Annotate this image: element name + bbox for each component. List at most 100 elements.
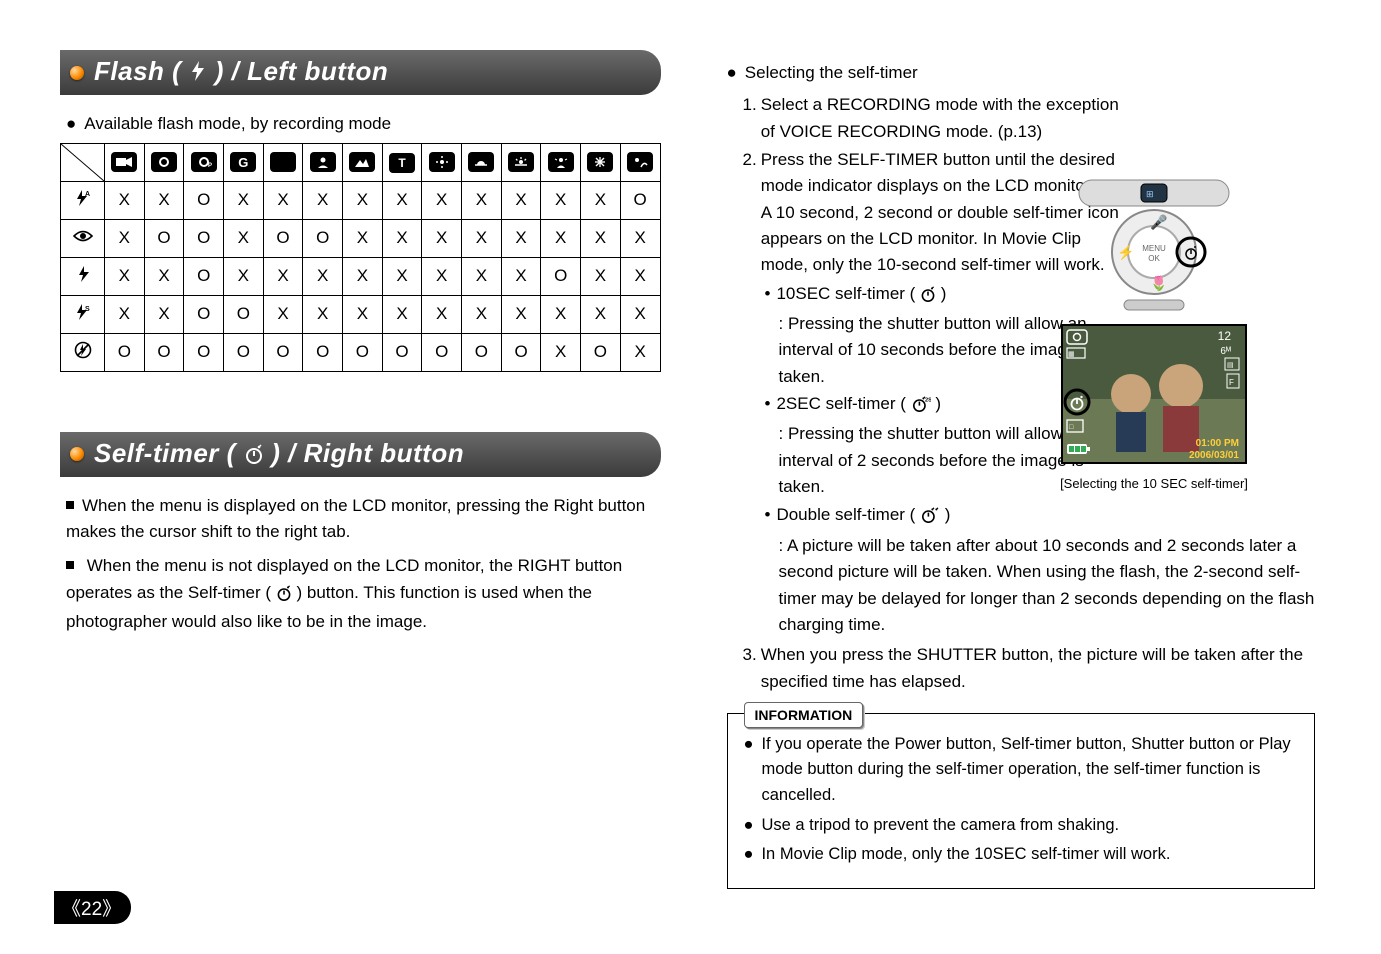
mode-icon-beach (627, 152, 653, 172)
flash-cell: O (224, 333, 264, 371)
flash-cell: X (462, 219, 502, 257)
timer-double-icon (920, 505, 940, 531)
flash-cell: X (343, 219, 383, 257)
info-item: ●If you operate the Power button, Self-t… (744, 732, 1299, 809)
selftimer-inline-icon (276, 583, 292, 609)
table-row: AXXOXXXXXXXXXXO (61, 181, 661, 219)
svg-text:2S: 2S (925, 398, 931, 404)
svg-text:F: F (1229, 378, 1234, 387)
flash-cell: X (382, 219, 422, 257)
mode-icon-night (270, 152, 296, 172)
flash-row-icon-flash-slow: S (61, 295, 105, 333)
flash-cell: X (263, 257, 303, 295)
flash-cell: O (303, 333, 343, 371)
svg-text:P: P (208, 163, 212, 168)
flash-cell: X (263, 295, 303, 333)
flash-cell: X (144, 257, 184, 295)
flash-cell: O (581, 333, 621, 371)
flash-cell: X (501, 295, 541, 333)
mode-icon-backlight (548, 152, 574, 172)
flash-cell: X (541, 295, 581, 333)
svg-text:MENU: MENU (1142, 244, 1166, 253)
flash-cell: X (620, 257, 660, 295)
selftimer-icon (244, 440, 264, 471)
flash-cell: O (263, 333, 303, 371)
svg-text:A: A (85, 191, 90, 198)
svg-text:2006/03/01: 2006/03/01 (1189, 450, 1239, 461)
flash-cell: O (303, 219, 343, 257)
flash-cell: O (184, 257, 224, 295)
flash-cell: X (422, 295, 462, 333)
svg-text:□: □ (1069, 424, 1074, 431)
mode-icon-auto (151, 152, 177, 172)
flash-cell: O (184, 181, 224, 219)
page-number: 《22》 (54, 891, 131, 924)
heading-selftimer-pre: Self-timer ( (94, 438, 244, 468)
svg-text:🌷: 🌷 (1150, 275, 1167, 292)
flash-mode-table: P G T (60, 143, 661, 372)
flash-cell: X (462, 181, 502, 219)
flash-row-icon-redeye (61, 219, 105, 257)
flash-cell: O (620, 181, 660, 219)
available-flash-bullet: ● Available flash mode, by recording mod… (66, 111, 661, 137)
flash-cell: O (184, 333, 224, 371)
timer-double: • Double self-timer ( ) (765, 502, 1122, 531)
timer-double-desc: : A picture will be taken after about 10… (779, 533, 1322, 638)
flash-cell: X (620, 333, 660, 371)
flash-cell: X (105, 295, 145, 333)
flash-cell: O (382, 333, 422, 371)
flash-cell: O (462, 333, 502, 371)
flash-row-icon-flash-auto: A (61, 181, 105, 219)
flash-cell: O (105, 333, 145, 371)
mode-icon-text: T (389, 153, 415, 173)
mode-icon-portrait (310, 152, 336, 172)
flash-cell: X (581, 295, 621, 333)
timer-10sec-icon (920, 284, 936, 310)
heading-selftimer: Self-timer ( ) / Right button (60, 432, 661, 477)
flash-cell: X (501, 257, 541, 295)
flash-cell: X (541, 181, 581, 219)
heading-flash-text-post: ) / Left button (215, 56, 389, 86)
information-box: INFORMATION ●If you operate the Power bu… (727, 713, 1316, 889)
flash-cell: X (382, 181, 422, 219)
svg-text:01:00 PM: 01:00 PM (1196, 438, 1239, 449)
table-row: OOOOOOOOOOOXOX (61, 333, 661, 371)
heading-flash: Flash ( ) / Left button (60, 50, 661, 95)
flash-cell: X (620, 295, 660, 333)
table-row: SXXOOXXXXXXXXXX (61, 295, 661, 333)
flash-cell: X (343, 257, 383, 295)
heading-dot-icon (70, 447, 84, 461)
flash-cell: X (541, 219, 581, 257)
flash-cell: X (581, 181, 621, 219)
flash-cell: O (263, 219, 303, 257)
info-item: ●Use a tripod to prevent the camera from… (744, 813, 1299, 839)
flash-cell: O (184, 219, 224, 257)
flash-cell: O (343, 333, 383, 371)
step-1: 1. Select a RECORDING mode with the exce… (743, 92, 1122, 145)
flash-cell: X (501, 219, 541, 257)
mode-icon-fireworks (587, 152, 613, 172)
table-corner (61, 143, 105, 181)
table-row: XXOXXXXXXXXOXX (61, 257, 661, 295)
table-row: XOOXOOXXXXXXXX (61, 219, 661, 257)
svg-text:▤: ▤ (1227, 362, 1234, 369)
flash-cell: O (501, 333, 541, 371)
mode-icon-sunset (468, 152, 494, 172)
flash-cell: X (303, 181, 343, 219)
heading-selftimer-post: ) / Right button (271, 438, 464, 468)
flash-cell: X (541, 333, 581, 371)
mode-icon-movie (111, 152, 137, 172)
heading-dot-icon (70, 66, 84, 80)
flash-cell: X (462, 257, 502, 295)
svg-text:🎤: 🎤 (1150, 213, 1168, 231)
timer-2sec-icon: 2S (911, 394, 931, 420)
svg-text:S: S (85, 306, 90, 313)
mode-icon-program: P (191, 152, 217, 172)
camera-dial-illustration: ⊞ MENU OK ⚡ 🎤 🌷 (1069, 172, 1239, 312)
lcd-preview-illustration: ▦ 12 6ᴹ ▤ F □ (1061, 324, 1247, 464)
svg-text:▦: ▦ (1068, 351, 1075, 358)
flash-cell: X (224, 219, 264, 257)
flash-icon (189, 58, 207, 89)
selftimer-para2: When the menu is not displayed on the LC… (66, 553, 655, 635)
heading-flash-text-pre: Flash ( (94, 56, 189, 86)
